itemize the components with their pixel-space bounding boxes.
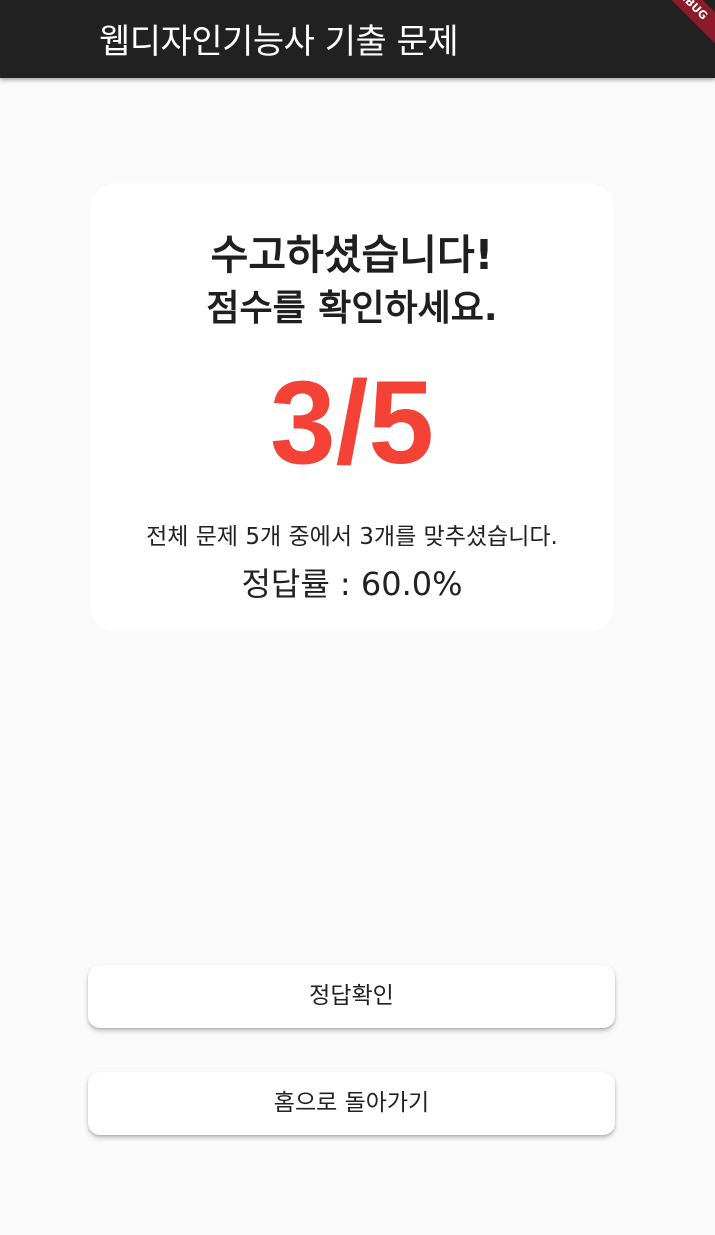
score-display: 3/5 <box>269 357 435 489</box>
result-subheadline: 점수를 확인하세요. <box>206 288 498 329</box>
score-summary: 전체 문제 5개 중에서 3개를 맞추셨습니다. <box>146 524 558 550</box>
app-title: 웹디자인기능사 기출 문제 <box>99 22 459 62</box>
result-headline: 수고하셨습니다! <box>210 231 494 279</box>
go-home-button[interactable]: 홈으로 돌아가기 <box>88 1072 615 1135</box>
accuracy-rate: 정답률 : 60.0% <box>241 565 463 603</box>
result-card: 수고하셨습니다! 점수를 확인하세요. 3/5 전체 문제 5개 중에서 3개를… <box>90 183 614 631</box>
check-answers-button[interactable]: 정답확인 <box>88 965 615 1028</box>
app-bar: 웹디자인기능사 기출 문제 <box>0 0 715 78</box>
